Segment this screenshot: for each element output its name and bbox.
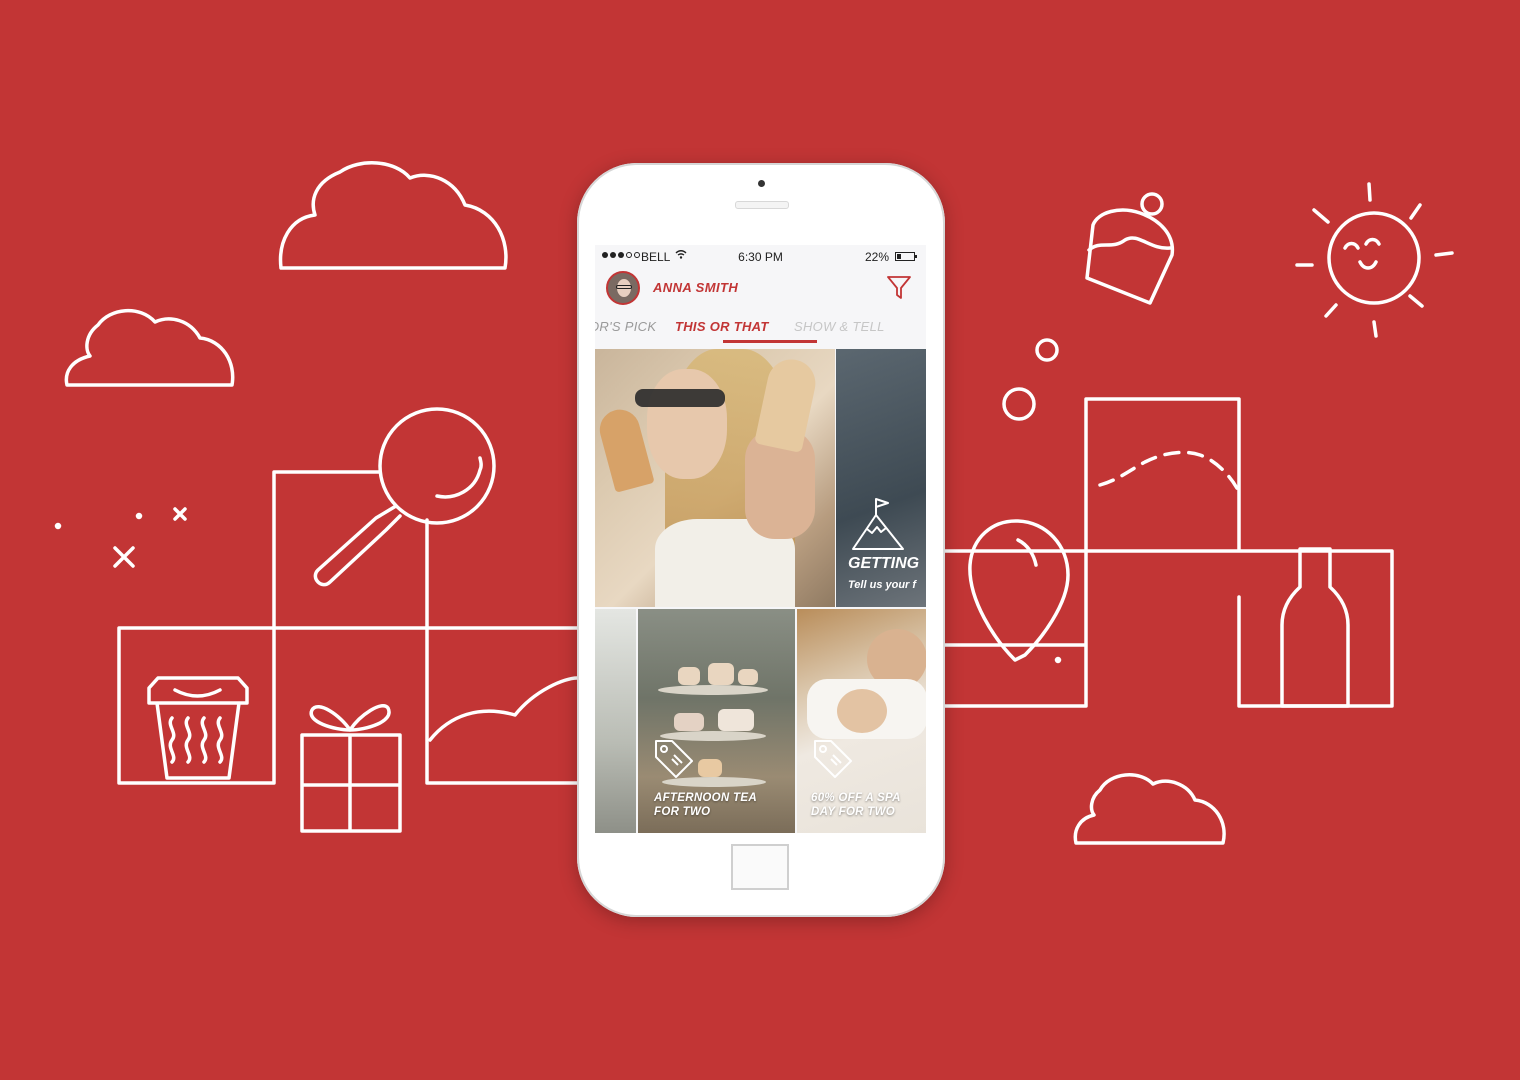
sparkle-icon — [173, 507, 187, 521]
bottle-icon — [1280, 547, 1350, 708]
getting-started-title: GETTING — [848, 555, 920, 572]
dot-icon — [54, 522, 62, 530]
feed-tile-getting-started[interactable]: GETTING Tell us your f — [836, 349, 926, 607]
bubble-icon — [1035, 338, 1059, 362]
camera — [758, 180, 765, 187]
gift-icon — [300, 733, 402, 833]
mountain-flag-icon — [852, 498, 904, 550]
tab-editors-pick[interactable]: OR'S PICK — [595, 319, 656, 334]
cupcake-icon — [1085, 208, 1175, 305]
getting-started-subtitle: Tell us your f — [848, 579, 917, 591]
dot-icon — [135, 512, 143, 520]
user-name[interactable]: ANNA SMITH — [653, 280, 738, 295]
tab-bar: OR'S PICK THIS OR THAT SHOW & TELL — [595, 313, 926, 343]
profile-header: ANNA SMITH — [595, 269, 926, 313]
feed-tile-ice-cream[interactable] — [595, 349, 835, 607]
filter-icon[interactable] — [887, 275, 911, 301]
bubble-icon — [1002, 387, 1036, 421]
app-screen: BELL 6:30 PM 22% ANNA SMITH OR'S PICK TH… — [595, 245, 926, 833]
battery-percentage: 22% — [865, 250, 890, 264]
cloud-icon — [278, 161, 508, 270]
speaker — [735, 201, 789, 209]
spa-day-caption-line1: 60% OFF A SPA — [811, 792, 901, 804]
active-tab-indicator — [723, 340, 817, 343]
price-tag-icon — [814, 740, 852, 778]
feed-tile-spa-day[interactable]: 60% OFF A SPA DAY FOR TWO — [797, 609, 926, 833]
coffee-cup-icon — [147, 676, 249, 780]
status-bar: BELL 6:30 PM 22% — [595, 245, 926, 269]
feed-tile-afternoon-tea[interactable]: AFTERNOON TEA FOR TWO — [638, 609, 795, 833]
feed-tile-wine-glass[interactable] — [595, 609, 636, 833]
sparkle-icon — [113, 546, 135, 568]
cloud-icon — [64, 308, 235, 387]
avatar[interactable] — [606, 271, 640, 305]
afternoon-tea-caption-line2: FOR TWO — [654, 806, 711, 818]
phone-device: BELL 6:30 PM 22% ANNA SMITH OR'S PICK TH… — [577, 163, 945, 917]
spa-day-caption-line2: DAY FOR TWO — [811, 806, 896, 818]
price-tag-icon — [655, 740, 693, 778]
battery-icon — [895, 252, 917, 261]
tab-show-and-tell[interactable]: SHOW & TELL — [794, 319, 885, 334]
tab-this-or-that[interactable]: THIS OR THAT — [675, 319, 769, 334]
afternoon-tea-caption-line1: AFTERNOON TEA — [654, 792, 757, 804]
sun-icon — [1327, 211, 1421, 305]
home-button[interactable] — [731, 844, 789, 890]
cloud-icon — [1073, 773, 1226, 845]
